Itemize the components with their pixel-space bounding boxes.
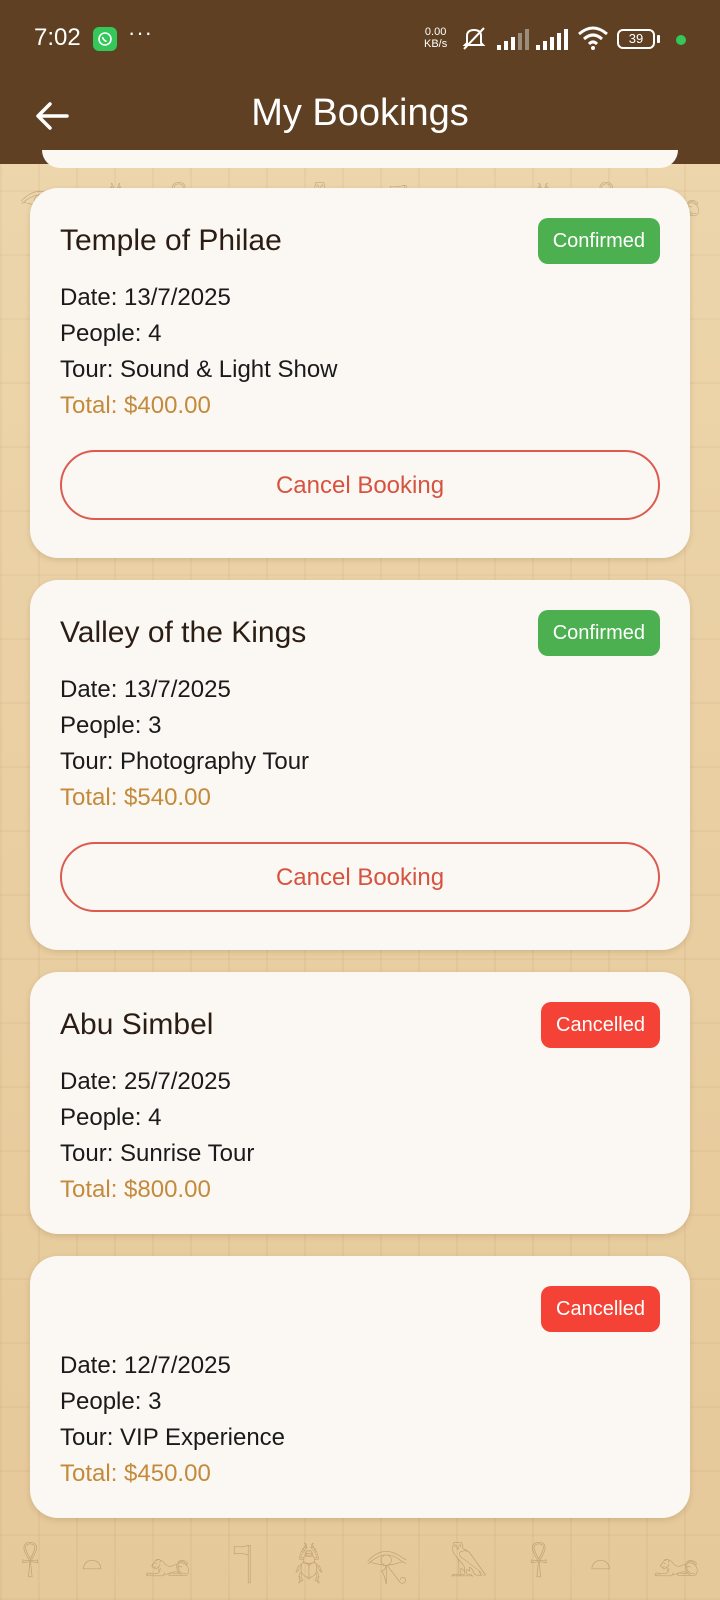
more-dots-icon: ··· <box>128 20 153 45</box>
booking-place: Valley of the Kings <box>60 616 307 649</box>
battery-tip <box>657 35 660 43</box>
page-title: My Bookings <box>251 92 469 134</box>
booking-total: Total: $540.00 <box>60 784 211 811</box>
status-badge: Confirmed <box>537 610 660 656</box>
booking-place: Abu Simbel <box>60 1008 214 1041</box>
wifi-icon <box>578 26 608 55</box>
status-badge: Cancelled <box>541 1002 660 1048</box>
booking-total: Total: $450.00 <box>60 1460 211 1487</box>
booking-people: People: 3 <box>60 1388 162 1415</box>
previous-booking-card-edge <box>42 150 678 168</box>
cancel-booking-button[interactable]: Cancel Booking <box>60 450 660 520</box>
booking-date: Date: 25/7/2025 <box>60 1068 231 1095</box>
booking-card: Cancelled Date: 12/7/2025 People: 3 Tour… <box>30 1256 690 1518</box>
booking-card: Abu Simbel Cancelled Date: 25/7/2025 Peo… <box>30 972 690 1234</box>
booking-people: People: 4 <box>60 1104 162 1131</box>
booking-people: People: 3 <box>60 712 162 739</box>
battery-icon: 39 <box>617 29 655 49</box>
booking-tour: Tour: Sound & Light Show <box>60 356 338 383</box>
status-badge: Cancelled <box>541 1286 660 1332</box>
booking-date: Date: 13/7/2025 <box>60 676 231 703</box>
cancel-booking-button[interactable]: Cancel Booking <box>60 842 660 912</box>
booking-card: Valley of the Kings Confirmed Date: 13/7… <box>30 580 690 950</box>
booking-tour: Tour: Sunrise Tour <box>60 1140 255 1167</box>
network-speed: 0.00 KB/s <box>424 26 448 50</box>
signal-icon <box>536 28 568 55</box>
booking-date: Date: 13/7/2025 <box>60 284 231 311</box>
whatsapp-icon <box>93 27 117 51</box>
status-badge: Confirmed <box>537 218 660 264</box>
booking-card: Temple of Philae Confirmed Date: 13/7/20… <box>30 188 690 558</box>
booking-total: Total: $400.00 <box>60 392 211 419</box>
booking-people: People: 4 <box>60 320 162 347</box>
booking-place: Temple of Philae <box>60 224 282 257</box>
status-time: 7:02 <box>34 24 81 51</box>
booking-total: Total: $800.00 <box>60 1176 211 1203</box>
signal-icon <box>497 28 529 55</box>
privacy-indicator-dot <box>676 35 686 45</box>
hieroglyph-decoration: 𓋹𓏏𓃭𓊹𓆣𓂀𓅓𓋹𓏏𓃭 <box>20 1545 700 1585</box>
booking-tour: Tour: VIP Experience <box>60 1424 286 1451</box>
booking-date: Date: 12/7/2025 <box>60 1352 231 1379</box>
booking-tour: Tour: Photography Tour <box>60 748 310 775</box>
alarm-off-icon <box>460 25 488 56</box>
status-bar: 7:02 ··· 0.00 KB/s 39 <box>0 0 720 80</box>
